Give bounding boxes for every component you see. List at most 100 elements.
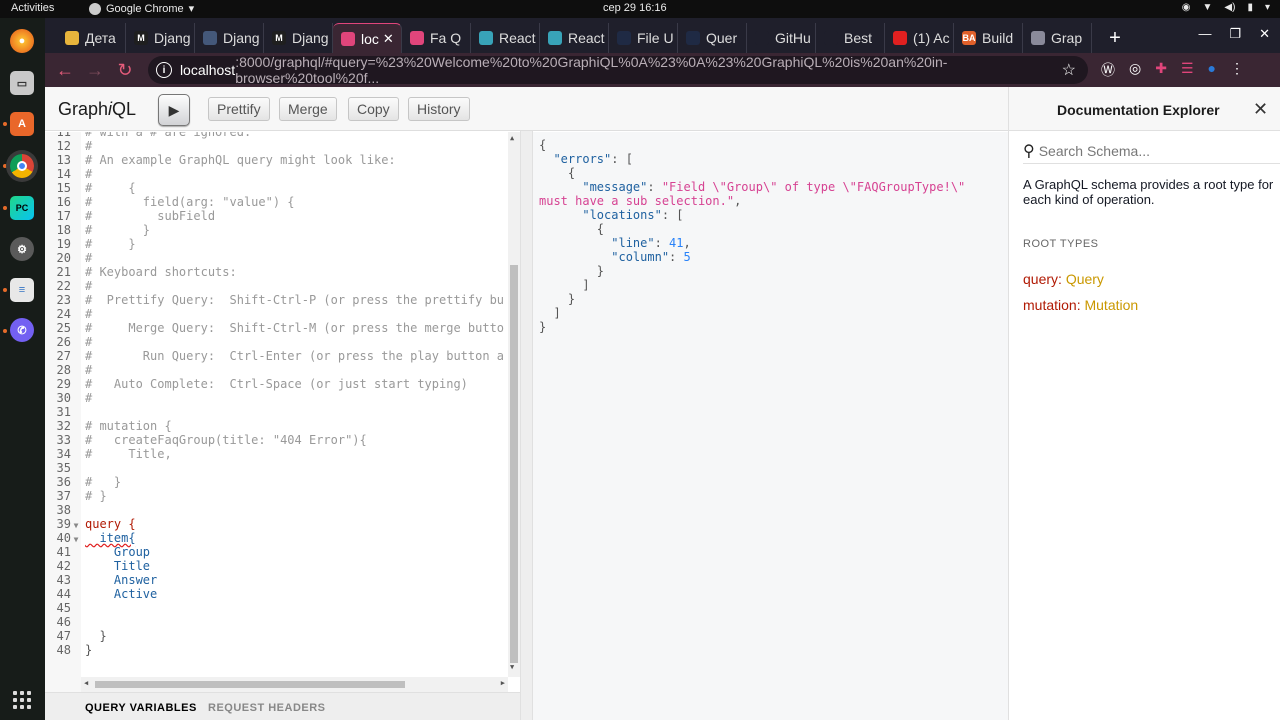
code-line[interactable]: 38 (45, 503, 520, 517)
code-line[interactable]: 16 # field(arg: "value") { (45, 195, 520, 209)
code-line[interactable]: 30 # (45, 391, 520, 405)
show-applications-icon[interactable] (13, 691, 31, 709)
activities-button[interactable]: Activities (11, 2, 54, 14)
code-line[interactable]: 39 ▼ query { (45, 517, 520, 531)
browser-tab[interactable]: Дета (57, 23, 126, 53)
reading-list-icon[interactable]: ☰ (1181, 60, 1194, 80)
firefox-icon[interactable]: ● (10, 29, 34, 53)
browser-tab[interactable]: loc ✕ (333, 23, 402, 53)
code-line[interactable]: 20 # (45, 251, 520, 265)
address-bar[interactable]: i localhost:8000/graphql/#query=%23%20We… (148, 54, 1088, 86)
app-menu[interactable]: Google Chrome ▾ (89, 2, 194, 15)
code-line[interactable]: 34 # Title, (45, 447, 520, 461)
pycharm-icon[interactable]: PC (10, 196, 34, 220)
browser-tab[interactable]: Quer (678, 23, 747, 53)
software-center-icon[interactable]: A (10, 112, 34, 136)
code-line[interactable]: 25 # Merge Query: Shift-Ctrl-M (or press … (45, 321, 520, 335)
code-line[interactable]: 14 # (45, 167, 520, 181)
browser-tab[interactable]: Grap (1023, 23, 1092, 53)
new-tab-icon[interactable]: + (1100, 23, 1130, 53)
system-tray[interactable]: ◉ ▼ ◀) ▮ ▾ (1182, 2, 1270, 13)
code-line[interactable]: 23 # Prettify Query: Shift-Ctrl-P (or pre… (45, 293, 520, 307)
browser-tab[interactable]: M Djang (264, 23, 333, 53)
code-line[interactable]: 45 (45, 601, 520, 615)
code-line[interactable]: 17 # subField (45, 209, 520, 223)
code-line[interactable]: 43 Answer (45, 573, 520, 587)
extension-target-icon[interactable]: ◎ (1129, 60, 1141, 80)
profile-avatar-icon[interactable]: ● (1208, 60, 1216, 80)
settings-icon[interactable]: ⚙ (10, 237, 34, 261)
code-line[interactable]: 28 # (45, 363, 520, 377)
fold-marker-icon[interactable]: ▼ (71, 521, 81, 530)
docs-search-input[interactable]: ⚲ Search Schema... (1023, 138, 1280, 164)
code-line[interactable]: 21 # Keyboard shortcuts: (45, 265, 520, 279)
editor-horizontal-scrollbar[interactable]: ◀ ▶ (81, 677, 508, 692)
site-info-icon[interactable]: i (156, 62, 172, 78)
root-type-query[interactable]: query: Query (1023, 271, 1104, 287)
execute-query-button[interactable]: ▶ (158, 94, 190, 126)
browser-tab[interactable]: File U (609, 23, 678, 53)
code-line[interactable]: 33 # createFaqGroup(title: "404 Error"){ (45, 433, 520, 447)
code-line[interactable]: 40 ▼ item{ (45, 531, 520, 545)
pane-divider[interactable] (520, 131, 533, 720)
root-type-mutation[interactable]: mutation: Mutation (1023, 297, 1138, 313)
code-line[interactable]: 11 # with a # are ignored. (45, 132, 520, 139)
code-line[interactable]: 41 Group (45, 545, 520, 559)
tab-request-headers[interactable]: REQUEST HEADERS (208, 702, 326, 714)
bookmark-star-icon[interactable]: ☆ (1062, 60, 1076, 80)
code-line[interactable]: 46 (45, 615, 520, 629)
text-editor-icon[interactable]: ≡ (10, 278, 34, 302)
code-line[interactable]: 47 } (45, 629, 520, 643)
code-line[interactable]: 48} (45, 643, 520, 657)
code-line[interactable]: 44 Active (45, 587, 520, 601)
menu-kebab-icon[interactable]: ⋮ (1230, 60, 1244, 80)
code-line[interactable]: 36 # } (45, 475, 520, 489)
merge-button[interactable]: Merge (279, 97, 337, 121)
code-line[interactable]: 24 # (45, 307, 520, 321)
browser-tab[interactable]: React (540, 23, 609, 53)
browser-tab[interactable]: GitHu (747, 23, 816, 53)
code-line[interactable]: 26 # (45, 335, 520, 349)
close-tab-icon[interactable]: ✕ (383, 31, 394, 47)
browser-tab[interactable]: React (471, 23, 540, 53)
close-docs-icon[interactable]: ✕ (1253, 99, 1268, 120)
browser-tab[interactable]: BA Build (954, 23, 1023, 53)
browser-tab[interactable]: (1) Ac (885, 23, 954, 53)
extension-w-icon[interactable]: Ⓦ (1101, 60, 1115, 80)
code-line[interactable]: 32 # mutation { (45, 419, 520, 433)
prettify-button[interactable]: Prettify (208, 97, 270, 121)
maximize-icon[interactable]: ❐ (1229, 26, 1241, 42)
close-icon[interactable]: ✕ (1259, 26, 1270, 42)
history-button[interactable]: History (408, 97, 470, 121)
clock[interactable]: сер 29 16:16 (603, 2, 667, 14)
code-line[interactable]: 35 (45, 461, 520, 475)
code-line[interactable]: 27 # Run Query: Ctrl-Enter (or press the … (45, 349, 520, 363)
query-editor[interactable]: 11 # with a # are ignored. 12 #13 # An examp… (45, 132, 520, 692)
chrome-icon[interactable] (10, 154, 34, 178)
reload-icon[interactable]: ↻ (110, 60, 140, 81)
code-line[interactable]: 29 # Auto Complete: Ctrl-Space (or just s… (45, 377, 520, 391)
browser-tab[interactable]: M Djang (126, 23, 195, 53)
viber-icon[interactable]: ✆ (10, 318, 34, 342)
code-line[interactable]: 19 # } (45, 237, 520, 251)
code-line[interactable]: 15 # { (45, 181, 520, 195)
code-line[interactable]: 13 # An example GraphQL query might look … (45, 153, 520, 167)
back-icon[interactable]: ← (50, 60, 80, 81)
code-line[interactable]: 37 # } (45, 489, 520, 503)
forward-icon[interactable]: → (80, 60, 110, 81)
copy-button[interactable]: Copy (348, 97, 399, 121)
tab-query-variables[interactable]: QUERY VARIABLES (85, 702, 197, 714)
code-line[interactable]: 12 # (45, 139, 520, 153)
files-icon[interactable]: ▭ (10, 71, 34, 95)
editor-vertical-scrollbar[interactable]: ▲ ▼ (508, 132, 520, 677)
browser-tab[interactable]: Djang (195, 23, 264, 53)
extensions-puzzle-icon[interactable]: ✚ (1155, 60, 1167, 80)
code-line[interactable]: 31 (45, 405, 520, 419)
code-line[interactable]: 22 # (45, 279, 520, 293)
code-line[interactable]: 42 Title (45, 559, 520, 573)
code-line[interactable]: 18 # } (45, 223, 520, 237)
fold-marker-icon[interactable]: ▼ (71, 535, 81, 544)
browser-tab[interactable]: Fa Q (402, 23, 471, 53)
browser-tab[interactable]: Best (816, 23, 885, 53)
minimize-icon[interactable]: — (1198, 26, 1211, 42)
